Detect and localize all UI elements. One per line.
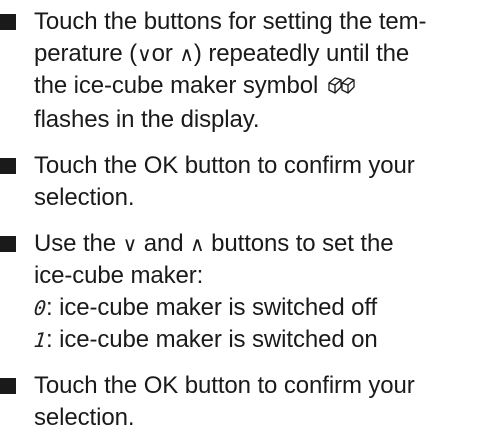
ice-cube-maker-icon [327,72,357,104]
text-segment: selection. [34,404,135,431]
down-arrow-symbol: ∨ [122,232,138,256]
text-line: 0: ice-cube maker is switched off [33,292,494,324]
text-segment: Touch the OK button to confirm your [34,372,415,399]
text-segment: buttons to set the [204,230,394,257]
text-line: selection. [34,182,494,214]
text-line: perature (∨or ∧) repeatedly until the [34,38,494,70]
text-line: flashes in the display. [34,104,494,136]
up-arrow-symbol: ∧ [190,232,205,256]
text-segment: the ice-cube maker symbol [34,72,325,99]
down-arrow-symbol: ∨ [137,42,152,66]
square-bullet-icon [0,236,16,252]
text-segment: selection. [34,184,135,211]
step-confirm-selection-final: Touch the OK button to confirm your sele… [0,370,494,434]
text-segment: flashes in the display. [34,106,260,133]
square-bullet-icon [0,158,16,174]
step-select-ice-maker: Touch the buttons for setting the tem- p… [0,6,494,136]
text-line: ice-cube maker: [34,260,494,292]
up-arrow-symbol: ∧ [179,42,194,66]
step-confirm-selection: Touch the OK button to confirm your sele… [0,150,494,214]
step-set-ice-maker: Use the ∨ and ∧ buttons to set the ice-c… [0,228,494,356]
text-segment: : ice-cube maker is switched off [45,294,378,321]
instruction-list: Touch the buttons for setting the tem- p… [0,0,498,431]
text-segment: or [151,40,180,67]
square-bullet-icon [0,378,16,394]
text-line: Touch the OK button to confirm your [34,150,494,182]
text-segment: ice-cube maker: [34,262,204,289]
text-segment: and [137,230,191,257]
text-segment: Touch the OK button to confirm your [34,152,415,179]
text-segment: : ice-cube maker is switched on [45,326,378,353]
square-bullet-icon [0,14,16,30]
text-line: selection. [34,402,494,434]
text-segment: perature ( [34,40,138,67]
text-line: Touch the OK button to confirm your [34,370,494,402]
text-line: Use the ∨ and ∧ buttons to set the [34,228,494,260]
text-segment: Touch the buttons for setting the tem- [34,8,427,35]
text-segment: ) repeatedly until the [193,40,410,67]
text-line: 1: ice-cube maker is switched on [33,324,494,356]
text-line: the ice-cube maker symbol [34,70,494,104]
text-segment: Use the [34,230,123,257]
text-line: Touch the buttons for setting the tem- [34,6,494,38]
